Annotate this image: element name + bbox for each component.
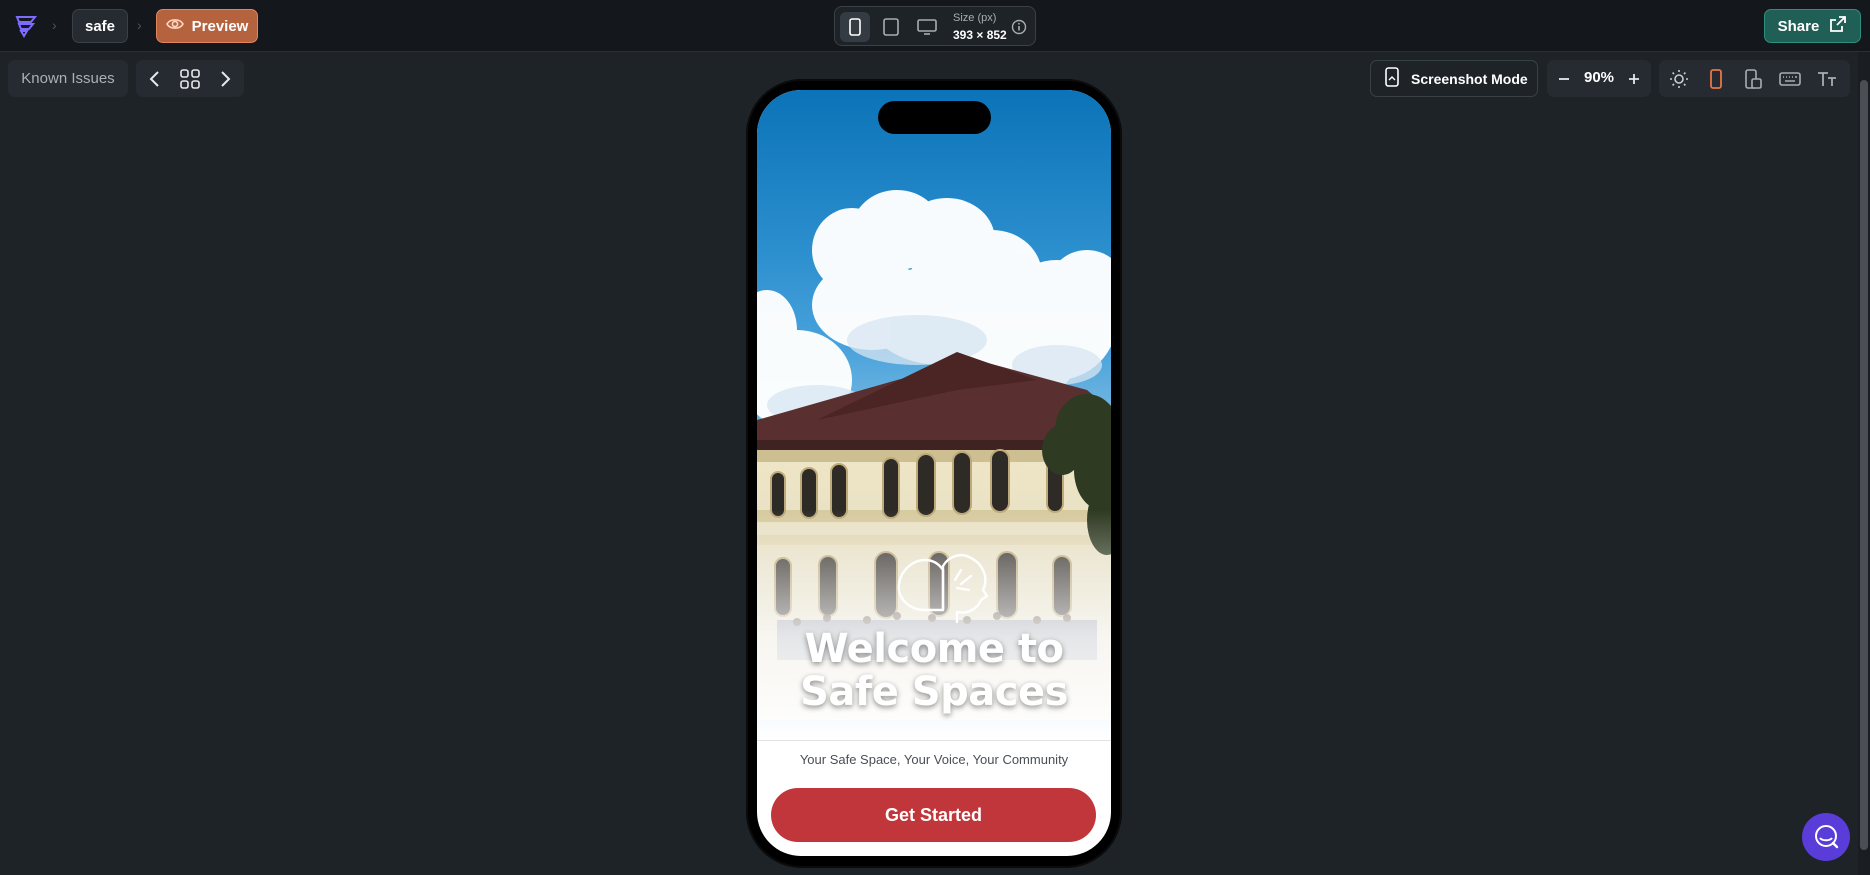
get-started-button[interactable]: Get Started [771, 788, 1096, 842]
phone-landscape-icon[interactable] [1741, 67, 1765, 91]
zoom-in-icon[interactable] [1623, 68, 1645, 90]
project-name: safe [84, 17, 116, 35]
breadcrumb-separator: › [137, 17, 142, 33]
screen-navigator [136, 60, 244, 97]
chevron-left-icon[interactable] [144, 68, 166, 90]
share-button[interactable]: Share [1764, 9, 1861, 43]
dynamic-island [878, 101, 991, 134]
info-icon[interactable] [1011, 19, 1027, 35]
screenshot-mode-button[interactable]: Screenshot Mode [1370, 60, 1538, 97]
zoom-value: 90% [1583, 69, 1615, 86]
keyboard-icon[interactable] [1778, 67, 1802, 91]
search-chat-icon[interactable] [1802, 813, 1850, 861]
preview-button[interactable]: Preview [156, 9, 258, 43]
phone-screen: Welcome to Safe Spaces Your Safe Space, … [757, 90, 1111, 856]
top-bar: › safe › Preview Size (px) 393 × 852 Sha… [0, 0, 1870, 52]
scrollbar-thumb[interactable] [1860, 80, 1868, 850]
phone-screenshot-icon [1385, 67, 1399, 90]
phone-icon[interactable] [840, 12, 870, 42]
sun-icon[interactable] [1667, 67, 1691, 91]
known-issues-button[interactable]: Known Issues [8, 60, 128, 97]
external-link-icon [1829, 15, 1847, 37]
zoom-out-icon[interactable] [1553, 68, 1575, 90]
preview-tools [1659, 60, 1850, 97]
welcome-title-line1: Welcome to [804, 626, 1064, 672]
phone-frame: Welcome to Safe Spaces Your Safe Space, … [746, 79, 1122, 868]
page-scrollbar[interactable] [1858, 52, 1870, 875]
phone-portrait-icon[interactable] [1704, 67, 1728, 91]
text-size-icon[interactable] [1815, 67, 1839, 91]
device-selector: Size (px) 393 × 852 [834, 6, 1036, 46]
tablet-icon[interactable] [876, 12, 906, 42]
chevron-right-icon[interactable] [214, 68, 236, 90]
project-name-chip[interactable]: safe [72, 9, 128, 43]
logo-icon[interactable] [12, 12, 40, 40]
breadcrumb-separator: › [52, 17, 57, 33]
preview-label: Preview [191, 17, 249, 35]
screenshot-mode-label: Screenshot Mode [1411, 70, 1528, 87]
eye-icon [165, 17, 184, 35]
known-issues-label: Known Issues [21, 70, 115, 87]
desktop-icon[interactable] [912, 12, 942, 42]
get-started-label: Get Started [884, 804, 983, 825]
tagline: Your Safe Space, Your Voice, Your Commun… [799, 752, 1069, 767]
grid-icon[interactable] [179, 68, 201, 90]
welcome-title-line2: Safe Spaces [800, 669, 1068, 715]
divider [757, 740, 1111, 741]
size-value: 393 × 852 [953, 28, 1007, 42]
zoom-control: 90% [1547, 60, 1651, 97]
size-label: Size (px) [953, 12, 997, 24]
welcome-title: Welcome to Safe Spaces [757, 628, 1111, 714]
share-label: Share [1777, 17, 1820, 35]
